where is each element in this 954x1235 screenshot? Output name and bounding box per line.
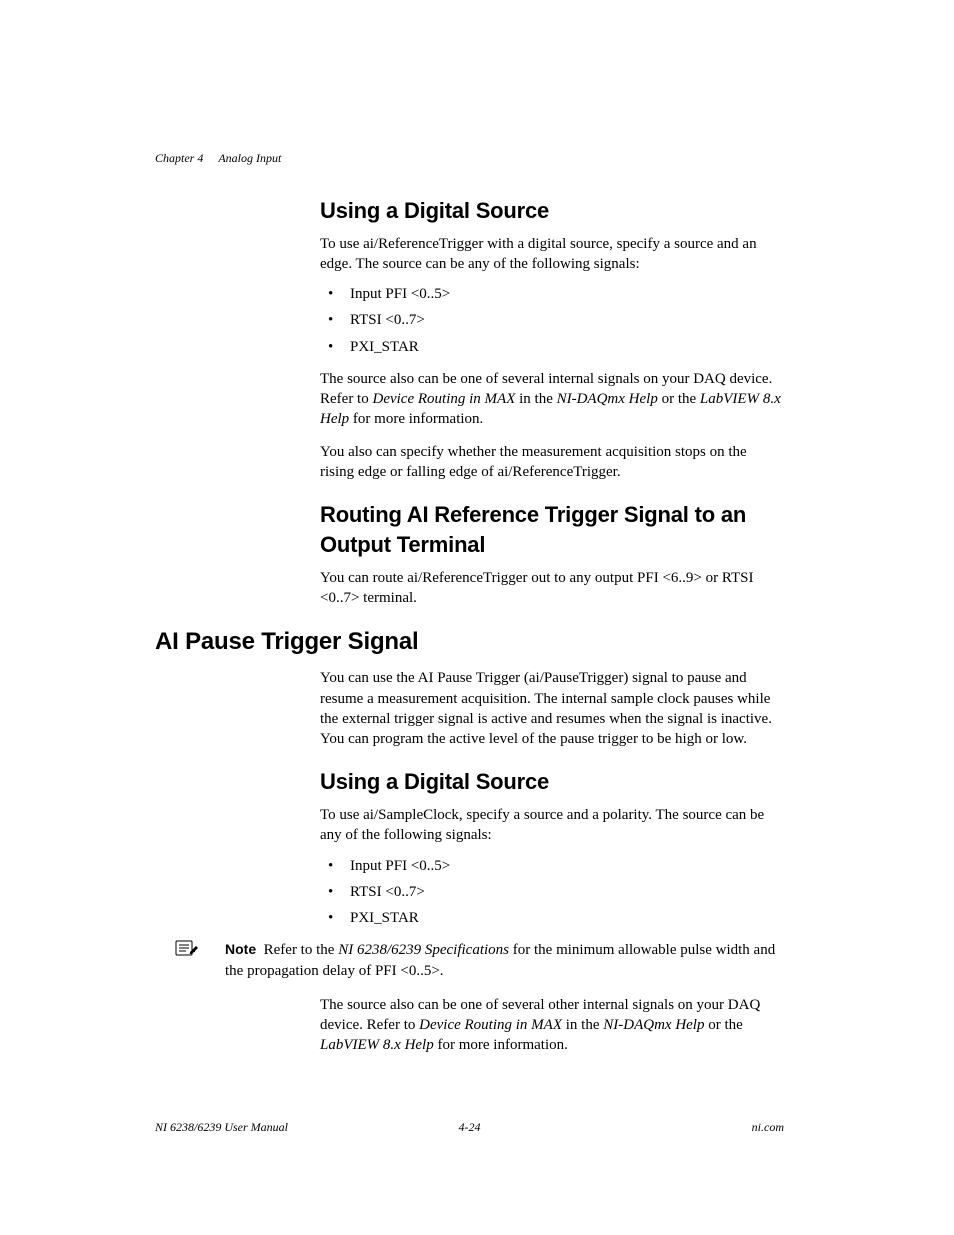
note-block: Note Refer to the NI 6238/6239 Specifica… [225,940,784,981]
list-item: PXI_STAR [320,337,784,357]
note-label: Note [225,941,256,957]
doc-ref: NI 6238/6239 Specifications [338,942,509,958]
paragraph: You can use the AI Pause Trigger (ai/Pau… [320,668,784,749]
list-item: Input PFI <0..5> [320,284,784,304]
doc-ref: NI-DAQmx Help [557,391,658,407]
doc-ref: LabVIEW 8.x Help [320,1037,434,1053]
note-text: Note Refer to the NI 6238/6239 Specifica… [225,942,775,978]
heading-ai-pause-trigger: AI Pause Trigger Signal [155,626,784,658]
list-item: RTSI <0..7> [320,882,784,902]
heading-using-digital-source-1: Using a Digital Source [320,196,784,226]
paragraph: You also can specify whether the measure… [320,442,784,483]
list-item: RTSI <0..7> [320,310,784,330]
paragraph: To use ai/ReferenceTrigger with a digita… [320,234,784,275]
paragraph: You can route ai/ReferenceTrigger out to… [320,568,784,609]
page: Chapter 4 Analog Input Using a Digital S… [0,0,954,1235]
heading-routing-reference-trigger: Routing AI Reference Trigger Signal to a… [320,500,784,559]
paragraph: The source also can be one of several in… [320,369,784,430]
list-item: Input PFI <0..5> [320,856,784,876]
signal-list-1: Input PFI <0..5> RTSI <0..7> PXI_STAR [320,284,784,357]
paragraph: To use ai/SampleClock, specify a source … [320,805,784,846]
note-icon [170,938,200,966]
page-footer: NI 6238/6239 User Manual 4-24 ni.com [155,1119,784,1135]
list-item: PXI_STAR [320,908,784,928]
body-content: Using a Digital Source To use ai/Referen… [320,196,784,1056]
doc-ref: Device Routing in MAX [372,391,515,407]
footer-page-number: 4-24 [155,1119,784,1135]
chapter-number: Chapter 4 [155,151,203,165]
heading-using-digital-source-2: Using a Digital Source [320,767,784,797]
chapter-title: Analog Input [218,151,281,165]
paragraph: The source also can be one of several ot… [320,995,784,1056]
running-head: Chapter 4 Analog Input [155,150,281,166]
signal-list-2: Input PFI <0..5> RTSI <0..7> PXI_STAR [320,856,784,929]
doc-ref: Device Routing in MAX [419,1017,562,1033]
doc-ref: NI-DAQmx Help [603,1017,704,1033]
